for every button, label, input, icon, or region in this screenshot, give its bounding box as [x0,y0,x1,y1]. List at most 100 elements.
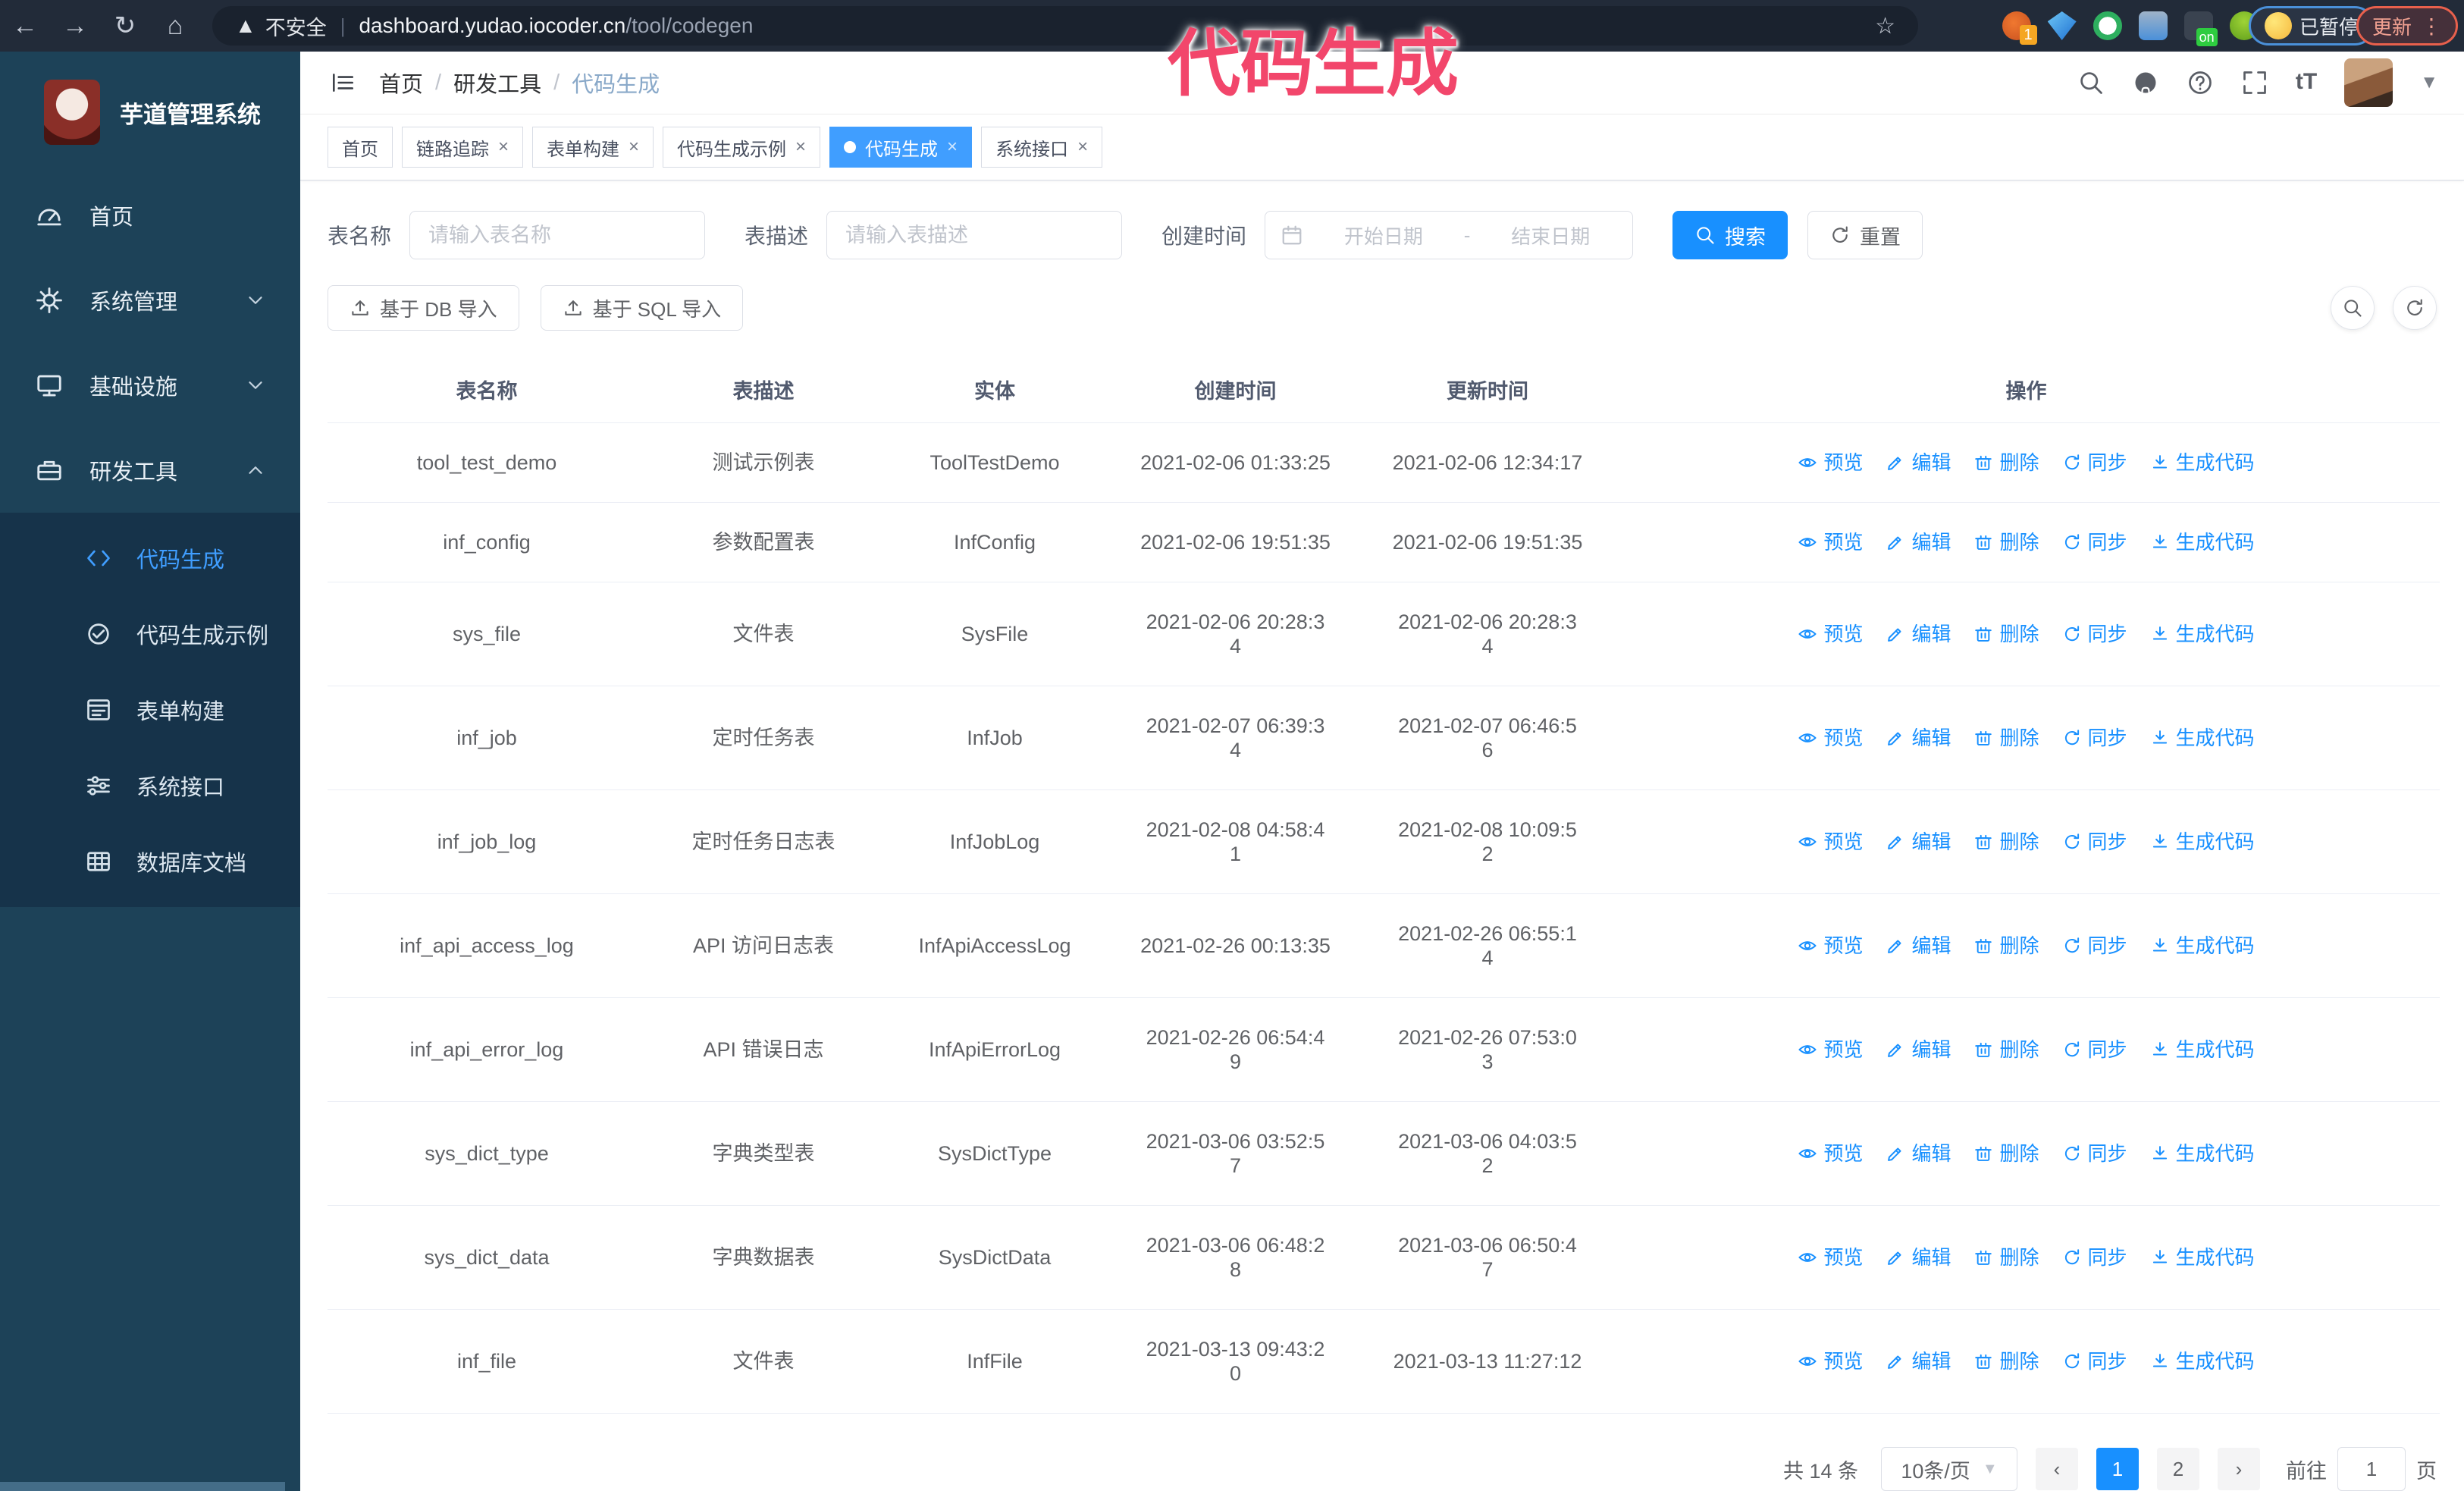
action-delete[interactable]: 删除 [1973,622,2039,646]
extension-icon[interactable] [2093,11,2122,40]
action-delete[interactable]: 删除 [1973,1141,2039,1166]
font-size-icon[interactable]: tT [2296,69,2317,96]
action-sync[interactable]: 同步 [2062,726,2127,750]
action-edit[interactable]: 编辑 [1886,1245,1951,1270]
search-button[interactable]: 搜索 [1672,211,1788,259]
extension-icon[interactable]: 1 [2002,11,2037,45]
action-edit[interactable]: 编辑 [1886,934,1951,958]
action-delete[interactable]: 删除 [1973,1037,2039,1062]
browser-menu-icon[interactable]: ⋮ [2421,14,2442,39]
submenu-item-1[interactable]: 代码生成示例 [0,596,300,672]
action-preview[interactable]: 预览 [1798,530,1863,554]
action-sync[interactable]: 同步 [2062,1141,2127,1166]
sidebar-item-1[interactable]: 系统管理 [0,258,300,343]
next-page-button[interactable]: › [2218,1448,2260,1490]
action-preview[interactable]: 预览 [1798,450,1863,475]
close-icon[interactable]: × [795,137,806,158]
tab-2[interactable]: 表单构建 × [532,127,654,168]
browser-back-icon[interactable]: ← [0,11,50,41]
table-desc-input[interactable] [826,211,1123,259]
reset-button[interactable]: 重置 [1807,211,1923,259]
action-preview[interactable]: 预览 [1798,1037,1863,1062]
action-delete[interactable]: 删除 [1973,934,2039,958]
github-icon[interactable] [2132,69,2159,96]
extension-icon[interactable] [2047,11,2077,40]
help-icon[interactable] [2187,69,2214,96]
close-icon[interactable]: × [1077,137,1088,158]
action-edit[interactable]: 编辑 [1886,830,1951,854]
action-sync[interactable]: 同步 [2062,1245,2127,1270]
action-preview[interactable]: 预览 [1798,830,1863,854]
submenu-item-3[interactable]: 系统接口 [0,748,300,824]
action-preview[interactable]: 预览 [1798,934,1863,958]
close-icon[interactable]: × [498,137,509,158]
action-delete[interactable]: 删除 [1973,530,2039,554]
action-sync[interactable]: 同步 [2062,622,2127,646]
browser-forward-icon[interactable]: → [50,11,100,41]
browser-update-button[interactable]: 更新 ⋮ [2356,6,2458,46]
refresh-table-button[interactable] [2393,286,2437,330]
sidebar-item-3[interactable]: 研发工具 [0,428,300,513]
action-delete[interactable]: 删除 [1973,830,2039,854]
import-db-button[interactable]: 基于 DB 导入 [328,285,519,331]
app-logo-row[interactable]: 芋道管理系统 [0,52,300,173]
action-preview[interactable]: 预览 [1798,1349,1863,1373]
user-avatar[interactable] [2344,58,2393,108]
action-generate[interactable]: 生成代码 [2150,1037,2255,1062]
action-preview[interactable]: 预览 [1798,622,1863,646]
action-sync[interactable]: 同步 [2062,1037,2127,1062]
submenu-item-4[interactable]: 数据库文档 [0,824,300,899]
page-size-select[interactable]: 10条/页 ▼ [1881,1447,2017,1491]
address-bar[interactable]: ▲ 不安全 | dashboard.yudao.iocoder.cn /tool… [212,6,1918,46]
submenu-item-2[interactable]: 表单构建 [0,672,300,748]
action-edit[interactable]: 编辑 [1886,726,1951,750]
tab-3[interactable]: 代码生成示例 × [663,127,821,168]
tab-1[interactable]: 链路追踪 × [402,127,524,168]
page-button-1[interactable]: 1 [2096,1448,2139,1490]
action-generate[interactable]: 生成代码 [2150,726,2255,750]
action-delete[interactable]: 删除 [1973,726,2039,750]
goto-page-input[interactable] [2337,1447,2406,1491]
table-name-input[interactable] [409,211,706,259]
tab-4[interactable]: 代码生成 × [829,127,973,168]
action-sync[interactable]: 同步 [2062,450,2127,475]
action-preview[interactable]: 预览 [1798,1141,1863,1166]
close-icon[interactable]: × [629,137,639,158]
fullscreen-icon[interactable] [2241,69,2268,96]
date-range-picker[interactable]: 开始日期 - 结束日期 [1265,211,1634,259]
action-edit[interactable]: 编辑 [1886,450,1951,475]
sidebar-item-0[interactable]: 首页 [0,173,300,258]
action-edit[interactable]: 编辑 [1886,530,1951,554]
breadcrumb-item-0[interactable]: 首页 [379,67,423,99]
action-generate[interactable]: 生成代码 [2150,450,2255,475]
bookmark-star-icon[interactable]: ☆ [1875,13,1895,39]
tab-5[interactable]: 系统接口 × [981,127,1103,168]
action-delete[interactable]: 删除 [1973,450,2039,475]
action-delete[interactable]: 删除 [1973,1245,2039,1270]
action-sync[interactable]: 同步 [2062,1349,2127,1373]
action-generate[interactable]: 生成代码 [2150,934,2255,958]
prev-page-button[interactable]: ‹ [2036,1448,2078,1490]
action-generate[interactable]: 生成代码 [2150,830,2255,854]
sidebar-item-2[interactable]: 基础设施 [0,343,300,428]
action-sync[interactable]: 同步 [2062,530,2127,554]
action-sync[interactable]: 同步 [2062,934,2127,958]
action-generate[interactable]: 生成代码 [2150,1245,2255,1270]
tab-0[interactable]: 首页 [328,127,393,168]
action-generate[interactable]: 生成代码 [2150,1141,2255,1166]
breadcrumb-item-1[interactable]: 研发工具 [453,67,541,99]
close-icon[interactable]: × [947,137,958,158]
action-edit[interactable]: 编辑 [1886,1349,1951,1373]
browser-reload-icon[interactable]: ↻ [100,11,150,41]
action-edit[interactable]: 编辑 [1886,622,1951,646]
header-search-icon[interactable] [2077,69,2105,96]
browser-home-icon[interactable]: ⌂ [150,11,200,41]
action-delete[interactable]: 删除 [1973,1349,2039,1373]
action-sync[interactable]: 同步 [2062,830,2127,854]
submenu-item-0[interactable]: 代码生成 [0,520,300,596]
import-sql-button[interactable]: 基于 SQL 导入 [540,285,744,331]
action-preview[interactable]: 预览 [1798,1245,1863,1270]
action-generate[interactable]: 生成代码 [2150,1349,2255,1373]
page-button-2[interactable]: 2 [2157,1448,2199,1490]
action-preview[interactable]: 预览 [1798,726,1863,750]
